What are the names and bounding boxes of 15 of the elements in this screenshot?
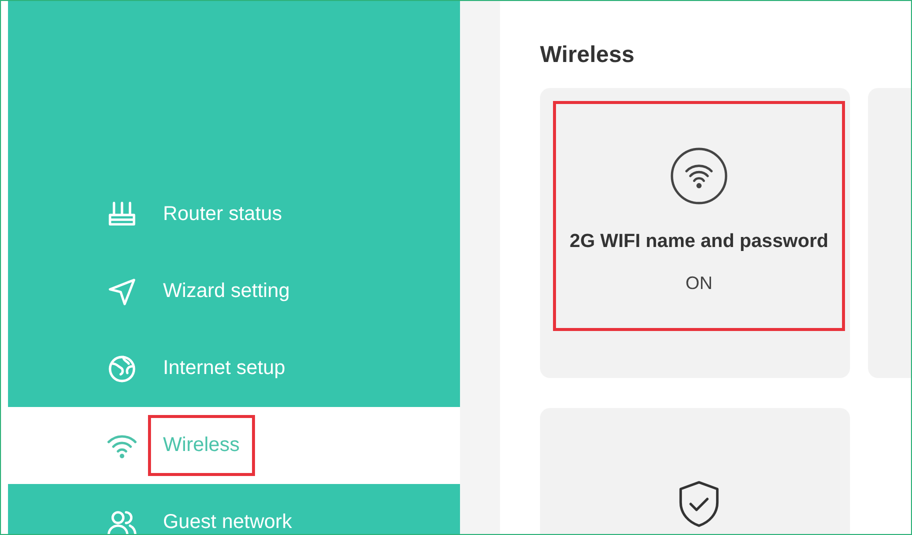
wifi-icon bbox=[670, 147, 728, 205]
page-title: Wireless bbox=[540, 41, 636, 68]
sidebar-item[interactable]: Router status bbox=[8, 176, 460, 253]
menu-label: Wireless bbox=[148, 415, 255, 476]
card-title: 2G WIFI name and password bbox=[570, 231, 828, 253]
settings-card[interactable]: 2G WIFI name and password ON bbox=[540, 88, 850, 378]
sidebar-item[interactable]: Wizard setting bbox=[8, 253, 460, 330]
menu-label: Guest network bbox=[162, 510, 293, 534]
sidebar-item[interactable]: Internet setup bbox=[8, 330, 460, 407]
sidebar-item[interactable]: Wireless bbox=[8, 407, 460, 484]
status-text: ON bbox=[686, 273, 712, 294]
sidebar-item[interactable]: Guest network bbox=[8, 484, 460, 534]
menu-label: Internet setup bbox=[162, 356, 286, 381]
menu-label: Router status bbox=[162, 202, 283, 227]
menu-label: Wizard setting bbox=[162, 279, 291, 304]
